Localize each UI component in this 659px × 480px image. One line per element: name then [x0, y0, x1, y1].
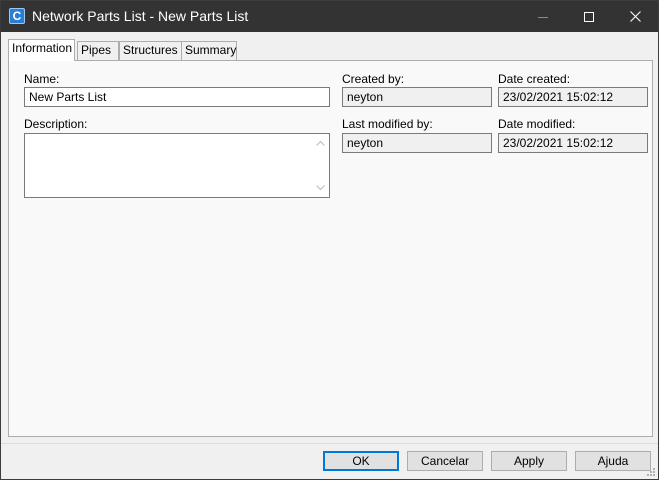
- information-panel: Name: New Parts List Description: Create…: [8, 60, 653, 437]
- apply-button[interactable]: Apply: [491, 451, 567, 471]
- cancel-button[interactable]: Cancelar: [407, 451, 483, 471]
- description-label: Description:: [24, 117, 88, 131]
- minimize-icon: [538, 16, 548, 18]
- scroll-up-icon[interactable]: [316, 140, 325, 146]
- button-bar-divider: [1, 443, 658, 444]
- tab-information[interactable]: Information: [8, 39, 75, 61]
- last-modified-by-label: Last modified by:: [342, 117, 433, 131]
- created-by-label: Created by:: [342, 72, 405, 86]
- maximize-icon: [584, 11, 594, 22]
- close-icon: [629, 11, 641, 22]
- tab-summary[interactable]: Summary: [181, 41, 237, 60]
- date-created-label: Date created:: [498, 72, 571, 86]
- created-by-field: neyton: [342, 87, 492, 107]
- resize-grip-icon[interactable]: [646, 467, 656, 477]
- name-label: Name:: [24, 72, 60, 86]
- maximize-button[interactable]: [566, 1, 612, 32]
- dialog-window: C Network Parts List - New Parts List In…: [0, 0, 659, 480]
- civil3d-app-icon: C: [9, 8, 25, 24]
- description-textarea[interactable]: [24, 133, 330, 198]
- close-button[interactable]: [612, 1, 658, 32]
- window-title: Network Parts List - New Parts List: [32, 8, 249, 24]
- title-bar[interactable]: C Network Parts List - New Parts List: [1, 1, 658, 32]
- date-created-field: 23/02/2021 15:02:12: [498, 87, 648, 107]
- date-modified-label: Date modified:: [498, 117, 576, 131]
- description-scrollbar[interactable]: [312, 134, 329, 197]
- tab-pipes[interactable]: Pipes: [77, 41, 119, 60]
- name-input[interactable]: New Parts List: [24, 87, 330, 107]
- ok-button[interactable]: OK: [323, 451, 399, 471]
- scroll-down-icon[interactable]: [316, 185, 325, 191]
- minimize-button[interactable]: [520, 1, 566, 32]
- date-modified-field: 23/02/2021 15:02:12: [498, 133, 648, 153]
- tab-structures[interactable]: Structures: [119, 41, 182, 60]
- help-button[interactable]: Ajuda: [575, 451, 651, 471]
- last-modified-by-field: neyton: [342, 133, 492, 153]
